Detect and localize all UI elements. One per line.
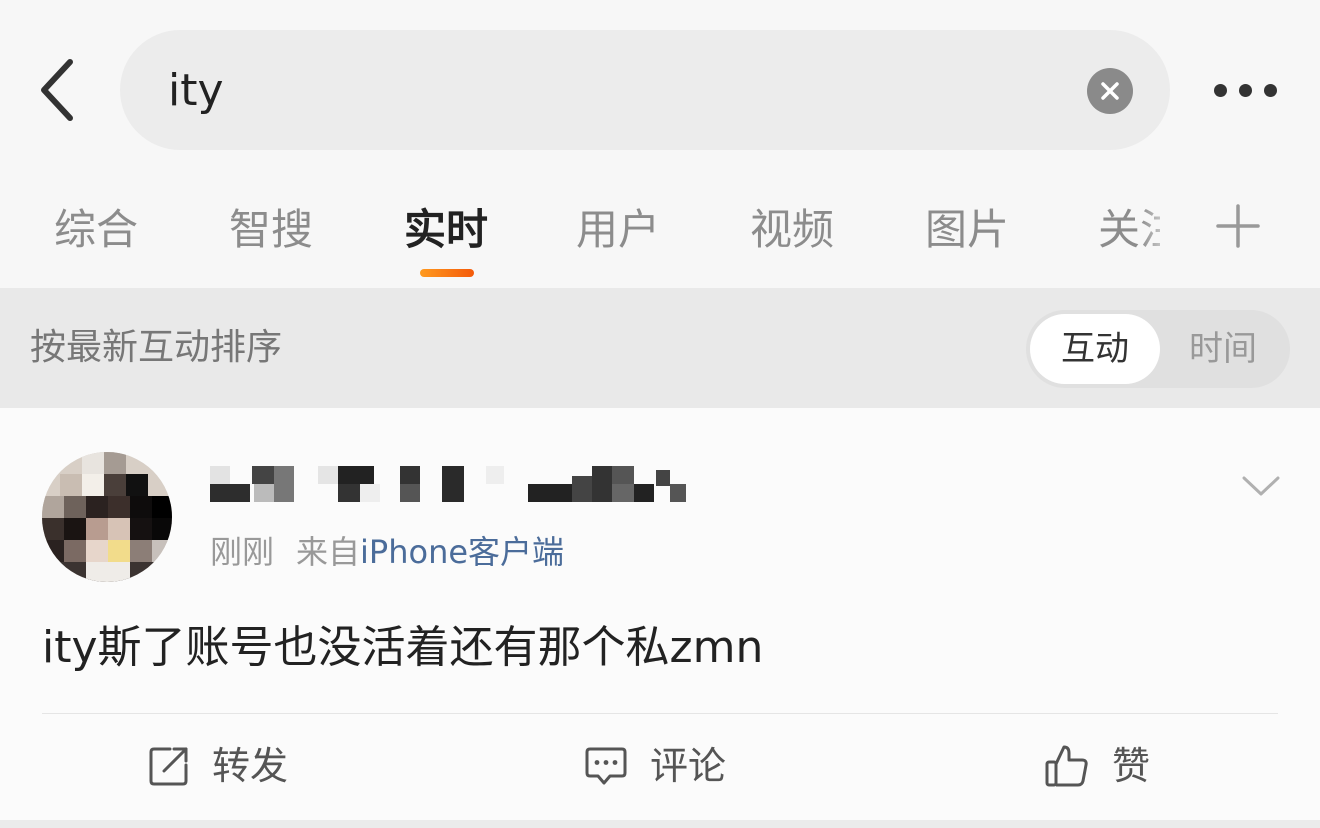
back-button[interactable]	[28, 55, 84, 125]
tab-smart-search[interactable]: 智搜	[229, 200, 313, 260]
sort-option-interaction[interactable]: 互动	[1030, 314, 1160, 384]
bottom-strip	[0, 820, 1320, 828]
post-text: ity斯了账号也没活着还有那个私zmn	[42, 622, 764, 673]
post-time: 刚刚	[210, 533, 275, 571]
avatar-image	[42, 452, 172, 582]
post-card[interactable]: 刚刚 来自iPhone客户端 ity斯了账号也没活着还有那个私zmn 转发 评论 …	[0, 408, 1320, 820]
back-icon	[41, 59, 73, 121]
like-button[interactable]: 赞	[1044, 738, 1150, 794]
comment-label: 评论	[650, 744, 727, 788]
repost-label: 转发	[212, 744, 289, 788]
chevron-down-icon	[1242, 476, 1280, 496]
clear-icon	[1101, 82, 1119, 100]
more-icon-dot	[1238, 83, 1252, 97]
repost-button[interactable]: 转发	[148, 738, 288, 794]
post-source-link[interactable]: iPhone客户端	[360, 533, 564, 571]
tab-fade	[1140, 190, 1180, 270]
more-button[interactable]	[1200, 62, 1290, 118]
tab-videos[interactable]: 视频	[750, 200, 834, 260]
repost-icon	[149, 747, 188, 786]
tab-realtime[interactable]: 实时	[404, 200, 488, 260]
post-source-prefix: 来自	[296, 533, 361, 571]
comment-button[interactable]: 评论	[584, 738, 726, 794]
tab-users[interactable]: 用户	[576, 200, 660, 260]
sort-label: 按最新互动排序	[30, 327, 283, 368]
active-tab-indicator	[420, 269, 474, 277]
tab-images[interactable]: 图片	[925, 200, 1009, 260]
add-icon	[1216, 204, 1260, 248]
post-menu-button[interactable]	[1238, 466, 1284, 506]
like-icon	[1045, 745, 1088, 787]
tab-comprehensive[interactable]: 综合	[54, 200, 138, 260]
tab-bar: 综合 智搜 实时 用户 视频 图片 关注	[0, 180, 1320, 288]
divider	[42, 713, 1278, 714]
sort-option-time[interactable]: 时间	[1158, 314, 1288, 384]
search-input[interactable]	[168, 58, 1068, 122]
username-pixelation	[210, 466, 686, 502]
top-bar	[0, 0, 1320, 180]
post-meta: 刚刚 来自iPhone客户端	[210, 530, 564, 574]
add-tab-button[interactable]	[1212, 200, 1264, 252]
like-label: 赞	[1112, 744, 1151, 788]
search-box[interactable]	[120, 30, 1170, 150]
avatar[interactable]	[42, 452, 172, 582]
sort-toggle[interactable]: 互动 时间	[1026, 310, 1290, 388]
clear-search-button[interactable]	[1087, 68, 1133, 114]
comment-icon	[585, 747, 627, 785]
sort-bar: 按最新互动排序 互动 时间	[0, 288, 1320, 408]
more-icon-dot	[1263, 83, 1277, 97]
more-icon	[1213, 83, 1227, 97]
username-redacted[interactable]	[210, 460, 710, 510]
